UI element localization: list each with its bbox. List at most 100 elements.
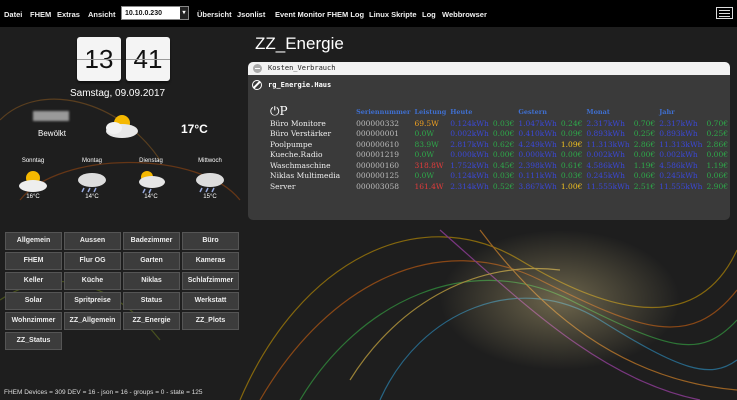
device-name[interactable]: rg_Energie.Haus — [268, 81, 331, 89]
forecast-monday: Montag 14°C — [65, 158, 119, 200]
yesterday-energy: 3.867kWh — [518, 181, 557, 191]
yesterday-cost: 0.24€ — [560, 118, 583, 128]
month-cost: 0.70€ — [633, 118, 656, 128]
room-niklas[interactable]: Niklas — [123, 272, 180, 290]
today-cost: 0.62€ — [492, 139, 515, 149]
serial-number: 000000001 — [356, 129, 400, 139]
yesterday-cost: 0.09€ — [560, 129, 583, 139]
yesterday-energy: 4.249kWh — [518, 139, 557, 149]
menu-event-monitor[interactable]: Event Monitor — [275, 10, 325, 19]
year-cost: 1.19€ — [706, 160, 728, 170]
power-value: 0.0W — [414, 129, 435, 139]
partly-cloudy-icon — [19, 171, 47, 192]
group-name: Kosten_Verbrauch — [268, 64, 336, 72]
device-label[interactable]: Büro Verstärker — [268, 129, 354, 140]
menu-webbrowser[interactable]: Webbrowser — [442, 10, 487, 19]
power-value: 161.4W — [414, 181, 444, 191]
room-status[interactable]: Status — [123, 292, 180, 310]
year-energy: 0.245kWh — [659, 171, 698, 181]
col-month: Monat — [586, 108, 610, 116]
forecast-temp: 15°C — [203, 194, 217, 200]
table-row: Niklas Multimedia 000000125 0.0W 0.124kWh 0.… — [268, 171, 730, 182]
menu-datei[interactable]: Datei — [4, 10, 22, 19]
device-label[interactable]: Server — [268, 181, 354, 192]
menu-extras[interactable]: Extras — [57, 10, 80, 19]
room-flur-og[interactable]: Flur OG — [64, 252, 121, 270]
sun-rain-icon — [139, 171, 165, 194]
forecast-day: Sonntag — [21, 158, 45, 164]
room-allgemein[interactable]: Allgemein — [5, 232, 62, 250]
month-energy: 2.317kWh — [586, 118, 625, 128]
room-kameras[interactable]: Kameras — [182, 252, 239, 270]
collapse-icon[interactable] — [253, 64, 262, 73]
forecast-day: Dienstag — [139, 158, 163, 164]
device-label[interactable]: Kueche.Radio — [268, 150, 354, 161]
menu-linux-skripte[interactable]: Linux Skripte — [369, 10, 417, 19]
menu-fhem-log[interactable]: FHEM Log — [327, 10, 364, 19]
col-serial: Seriennummer — [356, 108, 411, 116]
power-value: 83.9W — [414, 139, 439, 149]
room-kueche[interactable]: Küche — [64, 272, 121, 290]
forecast-day: Montag — [81, 158, 102, 164]
room-solar[interactable]: Solar — [5, 292, 62, 310]
month-cost: 2.51€ — [633, 181, 656, 191]
today-cost: 0.45€ — [492, 160, 515, 170]
room-buero[interactable]: Büro — [182, 232, 239, 250]
yesterday-energy: 1.047kWh — [518, 118, 557, 128]
menu-jsonlist[interactable]: Jsonlist — [237, 10, 265, 19]
today-cost: 0.00€ — [492, 150, 515, 160]
room-garten[interactable]: Garten — [123, 252, 180, 270]
forecast-day: Mittwoch — [198, 158, 222, 164]
rain-cloud-icon — [78, 173, 106, 193]
room-fhem[interactable]: FHEM — [5, 252, 62, 270]
host-select[interactable]: 10.10.0.230 ▾ — [121, 6, 189, 20]
yesterday-energy: 0.111kWh — [518, 171, 557, 181]
month-cost: 0.25€ — [633, 129, 656, 139]
clock-minutes: 41 — [126, 37, 170, 81]
keyboard-icon[interactable] — [716, 7, 733, 19]
forecast-wednesday: Mittwoch 15°C — [183, 158, 237, 200]
menu-ansicht[interactable]: Ansicht — [88, 10, 116, 19]
room-schlafzimmer[interactable]: Schlafzimmer — [182, 272, 239, 290]
table-row: Poolpumpe 000000610 83.9W 2.817kWh 0.62€ 4.24… — [268, 139, 730, 150]
room-spritpreise[interactable]: Spritpreise — [64, 292, 121, 310]
serial-number: 000000332 — [356, 118, 400, 128]
table-row: Waschmaschine 000000160 318.8W 1.752kWh 0.45… — [268, 160, 730, 171]
footer-stats: FHEM Devices = 309 DEV = 16 - json = 16 … — [4, 389, 203, 396]
device-label[interactable]: Waschmaschine — [268, 160, 354, 171]
forecast-temp: 16°C — [26, 194, 40, 200]
today-energy: 0.000kWh — [450, 150, 489, 160]
col-yesterday-cost — [559, 106, 584, 118]
table-row: Büro Verstärker 000000001 0.0W 0.002kWh 0.00… — [268, 129, 730, 140]
menu-fhem[interactable]: FHEM — [30, 10, 51, 19]
col-power: Leistung — [414, 108, 447, 116]
table-row: Server 000003058 161.4W 2.314kWh 0.52€ 3.867k… — [268, 181, 730, 192]
menu-uebersicht[interactable]: Übersicht — [197, 10, 232, 19]
month-cost: 1.19€ — [633, 160, 656, 170]
serial-number: 000000610 — [356, 139, 400, 149]
room-aussen[interactable]: Aussen — [64, 232, 121, 250]
room-zz-energie[interactable]: ZZ_Energie — [123, 312, 180, 330]
panel-header[interactable]: Kosten_Verbrauch — [248, 62, 730, 75]
month-energy: 0.002kWh — [586, 150, 625, 160]
room-werkstatt[interactable]: Werkstatt — [182, 292, 239, 310]
table-row: Büro Monitore 000000332 69.5W 0.124kWh 0.03€… — [268, 118, 730, 129]
col-name — [268, 106, 354, 118]
device-label[interactable]: Poolpumpe — [268, 139, 354, 150]
room-zz-status[interactable]: ZZ_Status — [5, 332, 62, 350]
forecast-temp: 14°C — [85, 194, 99, 200]
room-wohnzimmer[interactable]: Wohnzimmer — [5, 312, 62, 330]
device-label[interactable]: Büro Monitore — [268, 118, 354, 129]
menu-log[interactable]: Log — [422, 10, 436, 19]
month-cost: 0.00€ — [633, 150, 656, 160]
month-cost: 0.06€ — [633, 171, 656, 181]
yesterday-cost: 1.00€ — [560, 181, 583, 191]
room-zz-plots[interactable]: ZZ_Plots — [182, 312, 239, 330]
room-zz-allgemein[interactable]: ZZ_Allgemein — [64, 312, 121, 330]
month-energy: 0.245kWh — [586, 171, 625, 181]
room-badezimmer[interactable]: Badezimmer — [123, 232, 180, 250]
col-today: Heute — [450, 108, 473, 116]
room-keller[interactable]: Keller — [5, 272, 62, 290]
device-label[interactable]: Niklas Multimedia — [268, 171, 354, 182]
forecast-temp: 14°C — [144, 194, 158, 200]
